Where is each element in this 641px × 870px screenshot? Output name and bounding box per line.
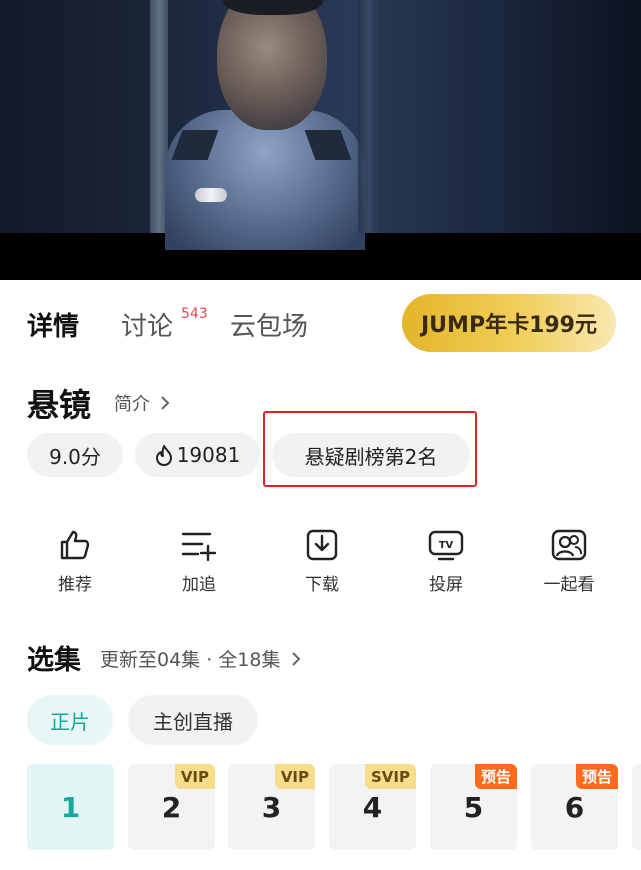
intro-link[interactable]: 简介 — [114, 390, 170, 416]
tab-detail[interactable]: 详情 — [27, 306, 79, 343]
video-player[interactable] — [0, 0, 641, 280]
tab-cloud-screening[interactable]: 云包场 — [230, 306, 308, 343]
highlight-box — [263, 411, 477, 487]
preview-badge: 预告 — [474, 764, 517, 789]
actor-figure — [165, 0, 365, 250]
download-icon — [306, 529, 338, 561]
tab-discuss-label: 讨论 — [121, 312, 174, 342]
watch-together-label: 一起看 — [543, 575, 595, 595]
intro-label: 简介 — [114, 394, 150, 415]
download-button[interactable]: 下载 — [272, 528, 372, 598]
recommend-button[interactable]: 推荐 — [25, 528, 125, 598]
episode-item[interactable]: 6 预告 — [531, 764, 618, 850]
watch-together-button[interactable]: 一起看 — [519, 528, 619, 598]
vip-badge: VIP — [174, 764, 215, 789]
segment-creator-live[interactable]: 主创直播 — [128, 695, 258, 745]
tab-discuss[interactable]: 讨论 — [121, 306, 173, 343]
heat-value: 19081 — [176, 443, 241, 467]
svip-badge: SVIP — [365, 764, 416, 789]
tv-cast-icon: TV — [428, 530, 464, 561]
episode-number: 1 — [60, 790, 81, 824]
episode-number: 2 — [161, 790, 182, 824]
episode-item[interactable]: 4 SVIP — [329, 764, 416, 850]
episode-number: 5 — [463, 790, 484, 824]
video-frame — [0, 0, 641, 250]
preview-badge: 预告 — [575, 764, 618, 789]
svg-text:TV: TV — [439, 540, 454, 551]
episode-item[interactable]: 3 VIP — [228, 764, 315, 850]
discuss-count-badge: 543 — [181, 306, 208, 322]
chevron-right-icon — [291, 652, 300, 666]
show-title: 悬镜 — [27, 386, 92, 424]
score-chip[interactable]: 9.0分 — [27, 433, 123, 477]
watch-together-icon — [551, 529, 587, 561]
episode-number: 3 — [261, 790, 282, 824]
jump-annual-card-button[interactable]: JUMP年卡199元 — [402, 294, 616, 352]
segment-main-episodes[interactable]: 正片 — [27, 695, 113, 745]
episode-item-partial[interactable] — [632, 764, 641, 850]
episode-number: 4 — [362, 790, 383, 824]
episode-item[interactable]: 1 — [27, 764, 114, 850]
episode-number: 6 — [564, 790, 585, 824]
flame-icon — [155, 445, 172, 466]
actor-head — [217, 0, 327, 130]
episodes-title: 选集 — [27, 645, 81, 676]
add-to-list-label: 加追 — [182, 575, 216, 595]
thumbs-up-icon — [60, 530, 90, 560]
frame-bar-right — [478, 0, 504, 233]
chevron-right-icon — [161, 396, 170, 410]
frame-bar-mid — [358, 0, 380, 233]
uniform-badge — [195, 188, 227, 202]
add-to-list-button[interactable]: 加追 — [149, 528, 249, 598]
episode-item[interactable]: 5 预告 — [430, 764, 517, 850]
cast-label: 投屏 — [429, 575, 463, 595]
heat-chip[interactable]: 19081 — [135, 433, 260, 477]
cast-button[interactable]: TV 投屏 — [396, 528, 496, 598]
download-label: 下载 — [305, 575, 339, 595]
episode-item[interactable]: 2 VIP — [128, 764, 215, 850]
add-to-list-icon — [181, 532, 217, 562]
vip-badge: VIP — [274, 764, 315, 789]
episodes-update-link[interactable]: 更新至04集 · 全18集 — [100, 645, 301, 672]
episodes-update-text: 更新至04集 · 全18集 — [100, 649, 281, 671]
recommend-label: 推荐 — [58, 575, 92, 595]
